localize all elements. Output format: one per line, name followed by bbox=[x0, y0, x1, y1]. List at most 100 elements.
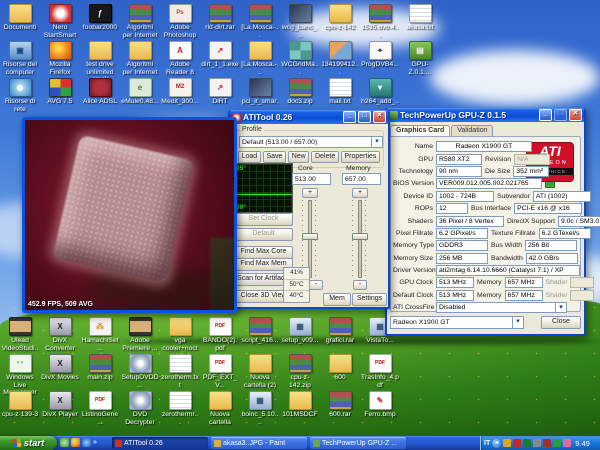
desktop-icon[interactable]: ◉Risorse di rete bbox=[1, 78, 39, 113]
desktop-icon[interactable]: DVD Decrypter bbox=[121, 391, 159, 426]
profile-combobox[interactable]: Default (513.00 / 657.00) bbox=[239, 136, 383, 148]
desktop-icon[interactable]: PDFBANDO(2).pdf bbox=[201, 317, 239, 352]
tab-validation[interactable]: Validation bbox=[451, 125, 493, 136]
desktop-icon[interactable]: 134199412... bbox=[321, 41, 359, 76]
desktop-icon[interactable]: 600 bbox=[321, 354, 359, 382]
atitool-titlebar[interactable]: ATITool 0.26 _ □ ✕ bbox=[230, 110, 388, 124]
desktop-icon[interactable]: ▦boinc_5.10.... bbox=[241, 391, 279, 426]
tray-icon[interactable] bbox=[533, 439, 541, 447]
desktop-icon[interactable]: Documenti bbox=[1, 4, 39, 32]
desktop-icon[interactable]: cpu-z-139-3 bbox=[1, 391, 39, 419]
mem-button[interactable]: Mem bbox=[323, 293, 351, 306]
desktop-icon[interactable]: M2Medit_300... bbox=[161, 78, 199, 106]
tray-icon[interactable] bbox=[523, 439, 531, 447]
desktop-icon[interactable]: rld-dirt.rar bbox=[201, 4, 239, 32]
desktop-icon[interactable]: ↗dirt_1_1.exe bbox=[201, 41, 239, 69]
memory-slider-thumb[interactable] bbox=[352, 233, 368, 240]
desktop-icon[interactable]: 600.rar bbox=[321, 391, 359, 419]
profile-load-button[interactable]: Load bbox=[238, 151, 261, 163]
desktop-icon[interactable]: SetupDVDD... bbox=[121, 354, 159, 389]
hamachi-icon[interactable] bbox=[60, 438, 69, 447]
memory-minus-button[interactable]: - bbox=[353, 280, 367, 290]
tray-icon[interactable] bbox=[563, 439, 571, 447]
tray-icon[interactable] bbox=[513, 439, 521, 447]
maximize-icon[interactable]: □ bbox=[358, 111, 371, 123]
quick-launch-overflow-chevron[interactable]: » bbox=[93, 439, 97, 446]
desktop-icon[interactable]: pci_it_smar... bbox=[241, 78, 279, 113]
desktop-icon[interactable]: PDFPDF_EXT_V... bbox=[201, 354, 239, 389]
firefox-icon[interactable] bbox=[71, 438, 80, 447]
tray-collapse-icon[interactable]: ◂ bbox=[492, 439, 501, 448]
desktop-icon[interactable]: ✎Ferro.bmp bbox=[361, 391, 399, 419]
desktop-icon[interactable]: ⁂HamachiSet... bbox=[81, 317, 119, 352]
profile-new-button[interactable]: New bbox=[288, 151, 309, 163]
gpuz-titlebar[interactable]: TechPowerUp GPU-Z 0.1.5 _ □ ✕ bbox=[387, 108, 584, 122]
desktop-icon[interactable]: XDivX Player bbox=[41, 391, 79, 419]
core-plus-button[interactable]: + bbox=[302, 188, 318, 198]
desktop-icon[interactable]: mail.txt bbox=[321, 78, 359, 106]
crossfire-combobox[interactable]: Disabled bbox=[436, 302, 567, 313]
memory-plus-button[interactable]: + bbox=[352, 188, 368, 198]
desktop-icon[interactable]: cpu-z-142 bbox=[321, 4, 359, 32]
desktop-icon[interactable]: zerotherm.txt bbox=[161, 354, 199, 389]
profile-delete-button[interactable]: Delete bbox=[311, 151, 339, 163]
desktop-icon[interactable]: 1535.dvb.4... bbox=[361, 4, 399, 39]
desktop-icon[interactable]: Nuova cartella bbox=[201, 391, 239, 426]
core-clock-input[interactable]: 513.00 bbox=[292, 173, 331, 185]
tab-graphics-card[interactable]: Graphics Card bbox=[390, 125, 450, 136]
desktop-icon[interactable]: 101MSDCF bbox=[281, 391, 319, 419]
desktop-icon[interactable]: [La.Mosca.-... bbox=[241, 41, 279, 76]
desktop-icon[interactable]: Mozilla Firefox bbox=[41, 41, 79, 76]
close-icon[interactable]: ✕ bbox=[569, 109, 582, 121]
desktop-icon[interactable]: wcg_banc_... bbox=[281, 4, 319, 39]
core-minus-button[interactable]: - bbox=[309, 280, 323, 290]
desktop-icon[interactable]: PDFListinoGene... bbox=[81, 391, 119, 426]
desktop-icon[interactable]: AVG 7.5 bbox=[41, 78, 79, 106]
desktop-icon[interactable]: WCGridMa... bbox=[281, 41, 319, 76]
gpuz-close-button[interactable]: Close bbox=[541, 316, 581, 329]
desktop-icon[interactable]: AAdobe Reader 8 bbox=[161, 41, 199, 76]
internet-explorer-icon[interactable] bbox=[82, 438, 91, 447]
desktop-icon[interactable]: Adobe Premiere ... bbox=[121, 317, 159, 352]
core-slider-thumb[interactable] bbox=[302, 233, 318, 240]
desktop-icon[interactable]: Alice ADSL bbox=[81, 78, 119, 106]
desktop-icon[interactable]: ⌖ProgDVB4... bbox=[361, 41, 399, 69]
desktop-icon[interactable]: grafici.rar bbox=[321, 317, 359, 345]
desktop-icon[interactable]: [La.Mosca-... bbox=[241, 4, 279, 39]
tray-icon[interactable] bbox=[553, 439, 561, 447]
close-icon[interactable]: ✕ bbox=[373, 111, 386, 123]
desktop-icon[interactable]: ↗DiRT bbox=[201, 78, 239, 106]
taskbar-button[interactable]: akasa3..JPG - Paint bbox=[211, 437, 307, 449]
minimize-icon[interactable]: _ bbox=[343, 111, 356, 123]
desktop-icon[interactable]: doc3.zip bbox=[281, 78, 319, 106]
start-button[interactable]: start bbox=[0, 436, 57, 450]
paint-icon: ✎ bbox=[369, 391, 392, 410]
desktop-icon[interactable]: ƒfoobar2000 bbox=[81, 4, 119, 32]
desktop-icon[interactable]: zerothermr... bbox=[161, 391, 199, 426]
card-select-combobox[interactable]: Radeon X1900 GT bbox=[390, 316, 524, 329]
profile-properties-button[interactable]: Properties bbox=[341, 151, 380, 163]
desktop-icon[interactable]: ▦setup_v09... bbox=[281, 317, 319, 345]
tray-icon[interactable] bbox=[543, 439, 551, 447]
profile-save-button[interactable]: Save bbox=[263, 151, 286, 163]
desktop-icon[interactable]: cpu-z-142.zip bbox=[281, 354, 319, 389]
settings-button[interactable]: Settings bbox=[352, 293, 387, 306]
desktop-icon[interactable]: XDivX Movies bbox=[41, 354, 79, 382]
taskbar-button[interactable]: ATITool 0.26 bbox=[112, 437, 208, 449]
desktop-icon[interactable]: akasa.txt bbox=[401, 4, 439, 32]
memory-clock-input[interactable]: 657.00 bbox=[342, 173, 381, 185]
minimize-icon[interactable]: _ bbox=[539, 109, 552, 121]
desktop-icon[interactable]: script_416... bbox=[241, 317, 279, 345]
taskbar-button[interactable]: TechPowerUp GPU-Z ... bbox=[310, 437, 406, 449]
language-indicator[interactable]: IT bbox=[484, 440, 490, 447]
desktop-icon[interactable]: main.zip bbox=[81, 354, 119, 382]
desktop-icon[interactable]: Nuova cartella (2) bbox=[241, 354, 279, 389]
desktop-icon[interactable]: ▤GPU-Z.0.1.... bbox=[401, 41, 439, 76]
memory-slider[interactable] bbox=[352, 200, 366, 278]
desktop-icon[interactable]: XDivX Converter bbox=[41, 317, 79, 352]
desktop-icon[interactable]: eeMule0.48... bbox=[121, 78, 159, 106]
tray-icon[interactable] bbox=[503, 439, 511, 447]
desktop-icon[interactable]: Nero StartSmart bbox=[41, 4, 79, 39]
desktop-icon[interactable]: ▣Risorse del computer bbox=[1, 41, 39, 76]
desktop-icon[interactable]: PDFTrasInfo_4.pdf bbox=[361, 354, 399, 389]
